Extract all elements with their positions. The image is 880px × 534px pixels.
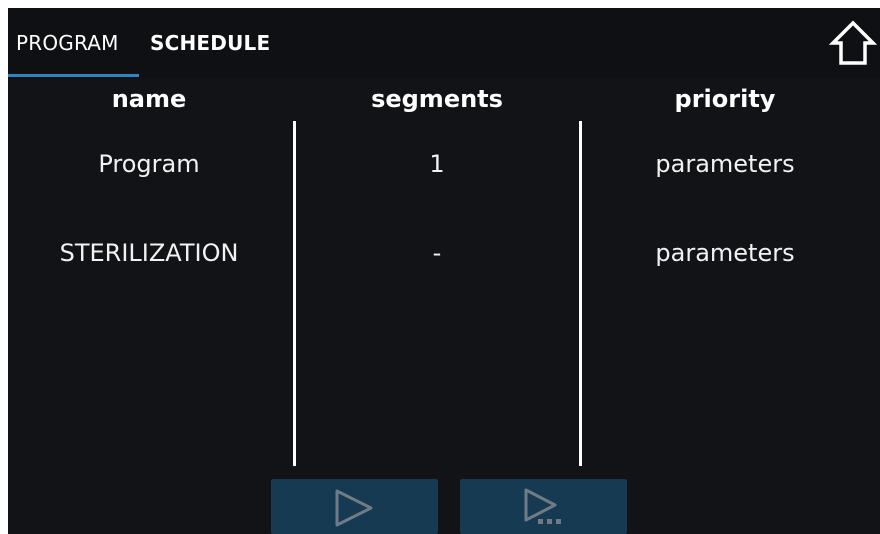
column-header-segments: segments	[371, 85, 503, 113]
row-segments-sterilization: -	[432, 239, 442, 267]
row-priority-program[interactable]: parameters	[585, 146, 865, 182]
column-header-name: name	[111, 85, 187, 113]
start-program-options-button[interactable]	[460, 479, 627, 534]
row-segments-program: 1	[429, 150, 445, 178]
tab-program[interactable]: PROGRAM	[16, 29, 119, 57]
row-name-program[interactable]: Program	[9, 146, 289, 182]
program-screen: PROGRAM SCHEDULE name segments priority …	[8, 8, 880, 534]
column-header-priority: priority	[674, 85, 776, 113]
column-divider	[293, 121, 296, 466]
top-bar: PROGRAM SCHEDULE	[8, 8, 880, 78]
home-icon	[828, 20, 878, 65]
tab-schedule[interactable]: SCHEDULE	[150, 29, 270, 57]
play-more-icon	[524, 488, 561, 524]
start-program-button[interactable]	[271, 479, 438, 534]
row-priority-sterilization[interactable]: parameters	[585, 235, 865, 271]
row-name-sterilization[interactable]: STERILIZATION	[9, 235, 289, 271]
play-icon	[335, 489, 373, 527]
column-divider	[579, 121, 582, 466]
active-tab-indicator	[8, 74, 139, 77]
home-button[interactable]	[828, 18, 878, 68]
